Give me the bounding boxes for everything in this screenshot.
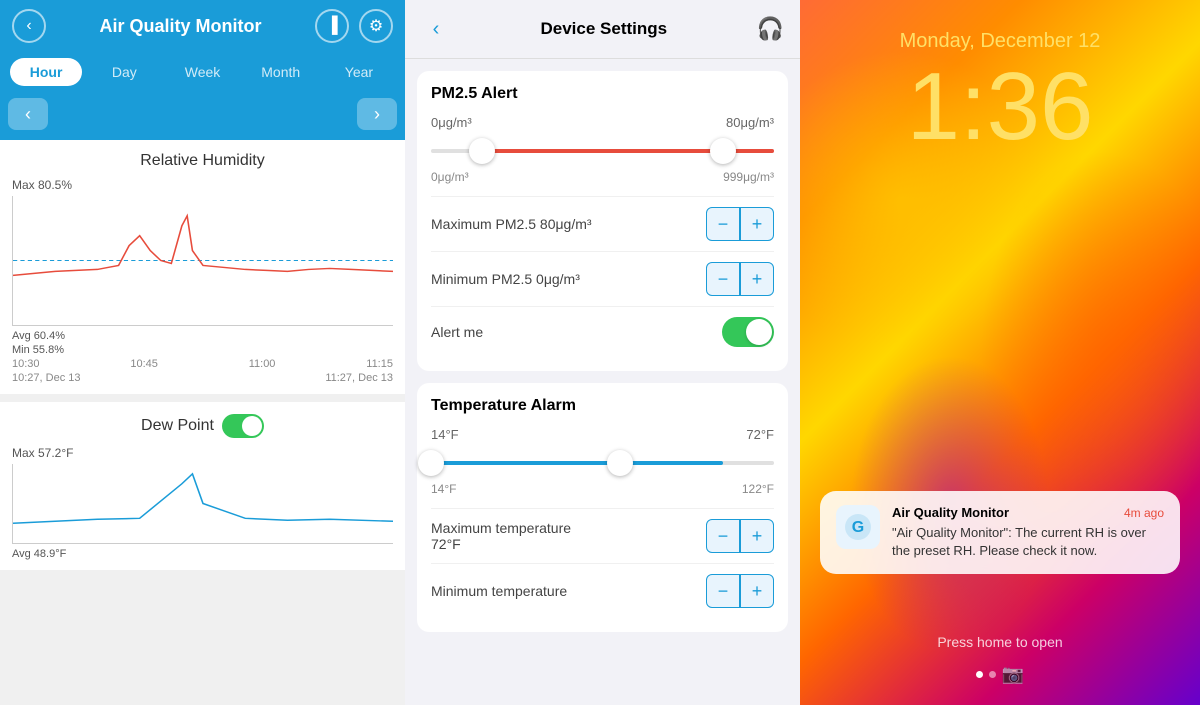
temp-min-row: Minimum temperature − + <box>431 563 774 618</box>
chevron-left-icon: ‹ <box>26 17 31 35</box>
tab-day[interactable]: Day <box>88 58 160 86</box>
pm25-max-increase-button[interactable]: + <box>740 207 774 241</box>
pm25-end-labels: 0μg/m³ 999μg/m³ <box>431 170 774 184</box>
device-settings-panel: ‹ Device Settings 🎧 PM2.5 Alert 0μg/m³ 8… <box>405 0 800 705</box>
notification-header: Air Quality Monitor 4m ago <box>892 505 1164 520</box>
pm25-range-track[interactable] <box>431 136 774 166</box>
dot-2 <box>989 671 996 678</box>
temp-min-thumb[interactable] <box>418 450 444 476</box>
camera-icon: 📷 <box>1002 664 1024 685</box>
pm25-min-thumb[interactable] <box>469 138 495 164</box>
dewpoint-max: Max 57.2°F <box>12 446 393 460</box>
tab-month[interactable]: Month <box>245 58 317 86</box>
tab-year[interactable]: Year <box>323 58 395 86</box>
temp-max-stepper: − + <box>706 519 774 553</box>
lock-screen-panel: Monday, December 12 1:36 G Air Quality M… <box>800 0 1200 705</box>
notification-app-name: Air Quality Monitor <box>892 505 1009 520</box>
page-dots: 📷 <box>976 664 1024 685</box>
temp-max-increase-button[interactable]: + <box>740 519 774 553</box>
headphone-icon: 🎧 <box>757 16 784 42</box>
tab-week[interactable]: Week <box>166 58 238 86</box>
notification-card[interactable]: G Air Quality Monitor 4m ago "Air Qualit… <box>820 491 1180 574</box>
pm25-min-row: Minimum PM2.5 0μg/m³ − + <box>431 251 774 306</box>
dewpoint-avg: Avg 48.9°F <box>12 548 393 560</box>
temp-min-increase-button[interactable]: + <box>740 574 774 608</box>
humidity-section: Relative Humidity Max 80.5% Avg 60.4% Mi… <box>0 140 405 394</box>
pm25-min-increase-button[interactable]: + <box>740 262 774 296</box>
temp-min-label: Minimum temperature <box>431 583 567 599</box>
aq-header: ‹ Air Quality Monitor ▐ ⚙ <box>0 0 405 52</box>
settings-title: Device Settings <box>540 19 667 39</box>
humidity-max: Max 80.5% <box>12 178 393 192</box>
dewpoint-section: Dew Point Max 57.2°F Avg 48.9°F <box>0 402 405 570</box>
temp-max-decrease-button[interactable]: − <box>706 519 740 553</box>
aq-content: Relative Humidity Max 80.5% Avg 60.4% Mi… <box>0 140 405 705</box>
pm25-max-row: Maximum PM2.5 80μg/m³ − + <box>431 196 774 251</box>
pm25-max-stepper: − + <box>706 207 774 241</box>
temp-title: Temperature Alarm <box>431 397 774 415</box>
air-quality-panel: ‹ Air Quality Monitor ▐ ⚙ Hour Day Week … <box>0 0 405 705</box>
temp-end-labels: 14°F 122°F <box>431 482 774 496</box>
settings-button[interactable]: ⚙ <box>359 9 393 43</box>
tab-hour[interactable]: Hour <box>10 58 82 86</box>
aq-title: Air Quality Monitor <box>100 16 262 37</box>
notification-text: "Air Quality Monitor": The current RH is… <box>892 524 1164 560</box>
humidity-avg: Avg 60.4% <box>12 330 65 342</box>
pm25-max-thumb[interactable] <box>710 138 736 164</box>
chart-dates: 10:27, Dec 13 11:27, Dec 13 <box>12 372 393 384</box>
humidity-chart <box>12 196 393 326</box>
temp-card: Temperature Alarm 14°F 72°F 14°F 122°F M… <box>417 383 788 632</box>
temp-range-labels: 14°F 72°F <box>431 427 774 442</box>
temp-max-thumb[interactable] <box>607 450 633 476</box>
dewpoint-chart <box>12 464 393 544</box>
humidity-min: Min 55.8% <box>12 344 393 356</box>
lock-content: Monday, December 12 1:36 G Air Quality M… <box>800 0 1200 705</box>
lock-date: Monday, December 12 <box>900 30 1101 53</box>
prev-button[interactable]: ‹ <box>8 98 48 130</box>
pm25-min-stepper: − + <box>706 262 774 296</box>
dot-1 <box>976 671 983 678</box>
notification-body: Air Quality Monitor 4m ago "Air Quality … <box>892 505 1164 560</box>
temp-max-row: Maximum temperature72°F − + <box>431 508 774 563</box>
alert-me-row: Alert me <box>431 306 774 357</box>
gear-icon: ⚙ <box>369 16 383 36</box>
pm25-min-label: Minimum PM2.5 0μg/m³ <box>431 271 580 287</box>
pm25-max-decrease-button[interactable]: − <box>706 207 740 241</box>
lock-time: 1:36 <box>907 59 1094 155</box>
settings-header: ‹ Device Settings 🎧 <box>405 0 800 59</box>
notification-time: 4m ago <box>1124 506 1164 520</box>
bar-chart-icon: ▐ <box>326 17 337 35</box>
alert-me-label: Alert me <box>431 324 483 340</box>
pm25-max-label: Maximum PM2.5 80μg/m³ <box>431 216 592 232</box>
settings-back-button[interactable]: ‹ <box>421 14 451 44</box>
temp-min-stepper: − + <box>706 574 774 608</box>
pm25-title: PM2.5 Alert <box>431 85 774 103</box>
next-button[interactable]: › <box>357 98 397 130</box>
back-button[interactable]: ‹ <box>12 9 46 43</box>
alert-me-toggle[interactable] <box>722 317 774 347</box>
pm25-card: PM2.5 Alert 0μg/m³ 80μg/m³ 0μg/m³ 999μg/… <box>417 71 788 371</box>
temp-range-track[interactable] <box>431 448 774 478</box>
settings-content: PM2.5 Alert 0μg/m³ 80μg/m³ 0μg/m³ 999μg/… <box>405 59 800 705</box>
aq-nav: ‹ › <box>0 94 405 140</box>
dewpoint-toggle[interactable] <box>222 414 264 438</box>
temp-min-decrease-button[interactable]: − <box>706 574 740 608</box>
temp-max-label: Maximum temperature72°F <box>431 520 571 552</box>
aq-tabs: Hour Day Week Month Year <box>0 52 405 94</box>
chart-button[interactable]: ▐ <box>315 9 349 43</box>
press-home-label: Press home to open <box>937 634 1062 650</box>
pm25-min-decrease-button[interactable]: − <box>706 262 740 296</box>
chevron-left-icon: ‹ <box>433 18 440 41</box>
notification-app-icon: G <box>836 505 880 549</box>
pm25-range-labels: 0μg/m³ 80μg/m³ <box>431 115 774 130</box>
dewpoint-title: Dew Point <box>12 414 393 438</box>
header-icons: ▐ ⚙ <box>315 9 393 43</box>
x-labels: 10:30 10:45 11:00 11:15 <box>12 358 393 370</box>
svg-text:G: G <box>852 519 864 536</box>
humidity-title: Relative Humidity <box>12 152 393 170</box>
